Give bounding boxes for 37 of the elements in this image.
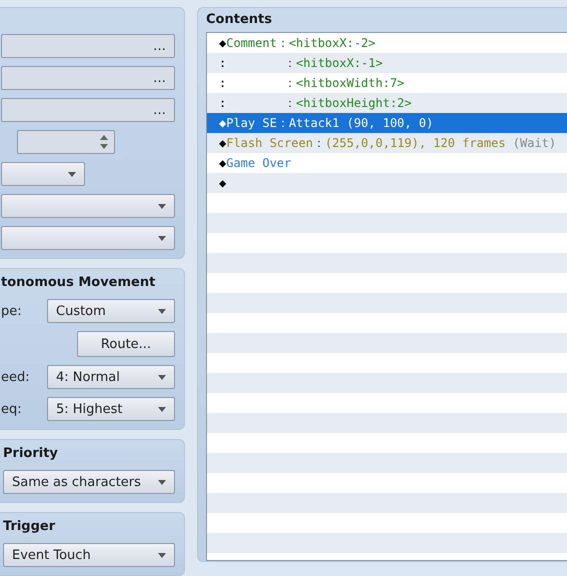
field-label: eq:	[1, 402, 23, 416]
panel-title: Priority	[3, 446, 59, 462]
caret-icon	[158, 552, 166, 558]
caret-icon	[158, 374, 166, 380]
command-row[interactable]: : ：<hitboxWidth:7>	[207, 73, 567, 93]
command-row[interactable]: ◆Game Over	[207, 153, 567, 173]
dropdown[interactable]	[1, 194, 175, 218]
select-dropdown[interactable]: Event Touch	[3, 543, 175, 567]
caret-icon	[68, 172, 76, 176]
browse-field[interactable]: …	[1, 98, 175, 122]
spinner-arrows-icon	[100, 135, 108, 149]
speed-dropdown[interactable]: 4: Normal	[47, 365, 175, 389]
caret-icon	[158, 236, 166, 240]
command-row[interactable]: ◆	[207, 173, 567, 193]
command-row[interactable]: ◆Play SE：Attack1 (90, 100, 0)	[207, 113, 567, 133]
number-spinner[interactable]	[17, 130, 115, 154]
route-button[interactable]: Route...	[77, 331, 175, 357]
panel-title: Trigger	[3, 519, 56, 535]
caret-icon	[158, 204, 166, 208]
browse-field[interactable]: …	[1, 34, 175, 58]
frequency-dropdown[interactable]: 5: Highest	[47, 397, 175, 421]
caret-icon	[158, 308, 166, 314]
panel-title: Contents	[206, 12, 273, 28]
command-row[interactable]: ◆Comment：<hitboxX:-2>	[207, 33, 567, 53]
browse-field[interactable]: …	[1, 66, 175, 90]
panel-title: tonomous Movement	[1, 275, 156, 291]
select-dropdown[interactable]: Same as characters	[3, 470, 175, 494]
field-label: pe:	[1, 304, 23, 318]
type-dropdown[interactable]: Custom	[47, 299, 175, 323]
dropdown[interactable]	[1, 162, 85, 186]
caret-icon	[158, 406, 166, 412]
command-row[interactable]: : ：<hitboxX:-1>	[207, 53, 567, 73]
command-row[interactable]: ◆Flash Screen：(255,0,0,119), 120 frames (Wait)	[207, 133, 567, 153]
caret-icon	[158, 480, 166, 484]
field-label: eed:	[1, 370, 31, 384]
command-row[interactable]: : ：<hitboxHeight:2>	[207, 93, 567, 113]
dropdown[interactable]	[1, 226, 175, 250]
